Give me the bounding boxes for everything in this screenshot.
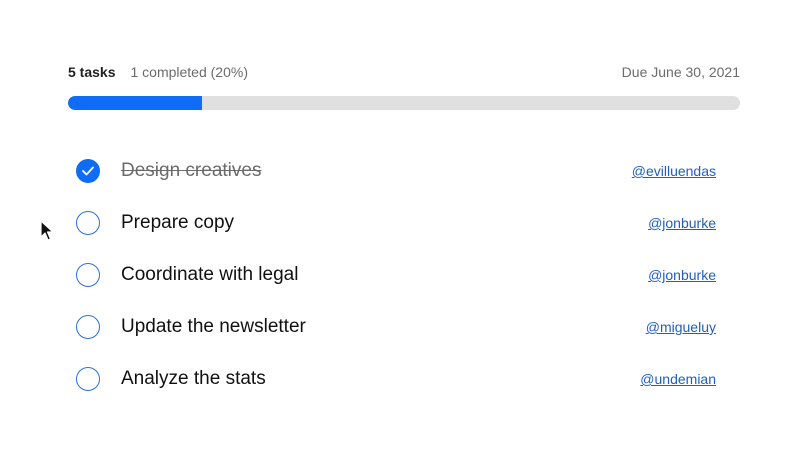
task-title: Update the newsletter	[121, 316, 306, 337]
task-row: Prepare copy @jonburke	[76, 197, 716, 249]
completed-count: 1 completed (20%)	[130, 64, 248, 80]
assignee-link[interactable]: @migueluy	[646, 319, 716, 335]
task-title: Coordinate with legal	[121, 264, 299, 285]
task-checkbox[interactable]	[76, 263, 100, 287]
task-checkbox[interactable]	[76, 367, 100, 391]
task-row: Coordinate with legal @jonburke	[76, 249, 716, 301]
check-icon	[82, 166, 94, 176]
assignee-link[interactable]: @undemian	[640, 371, 716, 387]
task-title: Prepare copy	[121, 212, 235, 233]
task-list: Design creatives @evilluendas Prepare co…	[76, 145, 716, 405]
assignee-link[interactable]: @evilluendas	[632, 163, 716, 179]
progress-bar-fill	[68, 96, 203, 110]
task-checkbox[interactable]	[76, 159, 100, 183]
task-row: Update the newsletter @migueluy	[76, 301, 716, 353]
mouse-pointer-icon	[40, 220, 54, 241]
task-row: Design creatives @evilluendas	[76, 145, 716, 197]
task-checkbox[interactable]	[76, 211, 100, 235]
task-summary-header: 5 tasks 1 completed (20%) Due June 30, 2…	[68, 62, 740, 82]
task-title: Analyze the stats	[121, 368, 266, 389]
assignee-link[interactable]: @jonburke	[648, 267, 716, 283]
task-title: Design creatives	[121, 160, 262, 181]
task-checkbox[interactable]	[76, 315, 100, 339]
task-widget: 5 tasks 1 completed (20%) Due June 30, 2…	[0, 0, 800, 467]
due-date: Due June 30, 2021	[621, 64, 740, 80]
task-count: 5 tasks	[68, 64, 116, 80]
assignee-link[interactable]: @jonburke	[648, 215, 716, 231]
task-row: Analyze the stats @undemian	[76, 353, 716, 405]
progress-bar	[68, 96, 740, 110]
